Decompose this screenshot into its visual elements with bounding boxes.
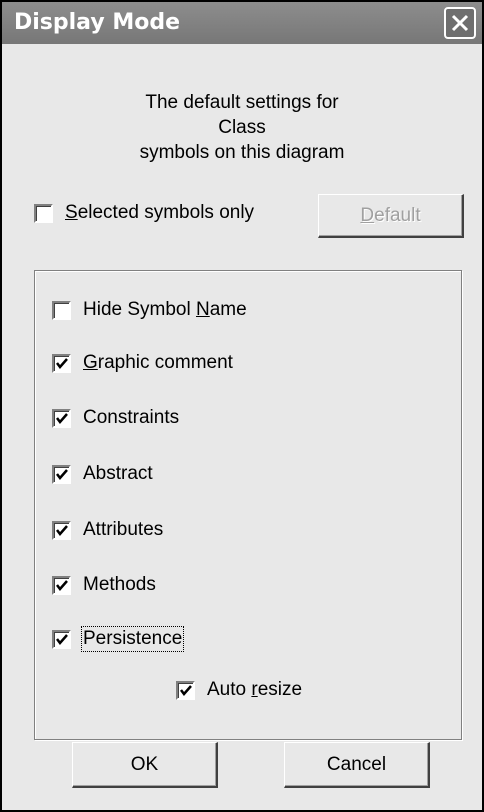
description-text: The default settings for Class symbols o… [2,90,482,165]
selected-symbols-only-label: Selected symbols only [65,202,255,223]
option-attributes[interactable]: Attributes [52,519,163,541]
selected-symbols-only-box[interactable] [34,203,53,223]
checkbox-abstract[interactable] [52,464,71,484]
description-line-1: The default settings for [145,92,339,113]
checkbox-hide-symbol-name[interactable] [52,300,71,320]
selected-symbols-only-checkbox[interactable]: Selected symbols only [34,202,254,224]
option-constraints[interactable]: Constraints [52,407,179,429]
description-line-3: symbols on this diagram [139,142,345,163]
option-persistence[interactable]: Persistence [52,626,185,652]
ok-button[interactable]: OK [72,742,218,788]
checkmark-icon [56,524,68,536]
option-graphic-comment[interactable]: Graphic comment [52,352,233,374]
checkbox-constraints[interactable] [52,408,71,428]
checkmark-icon [180,684,192,696]
option-hide-symbol-name[interactable]: Hide Symbol Name [52,299,247,321]
option-label: Persistence [80,626,185,652]
title-bar: Display Mode [2,2,482,44]
option-abstract[interactable]: Abstract [52,463,153,485]
default-button[interactable]: Default [318,194,464,238]
option-label: Hide Symbol Name [83,299,247,320]
description-line-2: Class [218,117,266,138]
option-label: Graphic comment [83,352,233,373]
checkbox-attributes[interactable] [52,520,71,540]
close-icon [451,14,469,32]
option-label: Auto resize [207,679,303,700]
checkmark-icon [56,579,68,591]
cancel-button[interactable]: Cancel [284,742,430,788]
window-title: Display Mode [14,10,181,35]
display-options-group [34,270,462,740]
option-label: Constraints [83,407,180,428]
checkbox-graphic-comment[interactable] [52,353,71,373]
checkbox-persistence[interactable] [52,629,71,649]
option-label: Attributes [83,519,164,540]
checkbox-methods[interactable] [52,575,71,595]
checkmark-icon [56,468,68,480]
display-mode-dialog: Display Mode The default settings for Cl… [0,0,484,812]
checkmark-icon [56,412,68,424]
checkmark-icon [56,357,68,369]
option-label: Methods [83,574,156,595]
checkbox-auto-resize[interactable] [176,680,195,700]
option-auto-resize[interactable]: Auto resize [176,679,302,701]
close-button[interactable] [444,7,476,39]
option-label: Abstract [83,463,153,484]
option-methods[interactable]: Methods [52,574,156,596]
checkmark-icon [56,633,68,645]
